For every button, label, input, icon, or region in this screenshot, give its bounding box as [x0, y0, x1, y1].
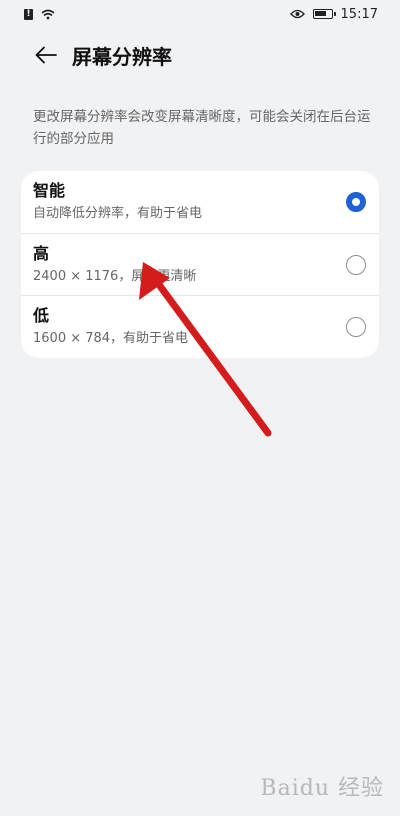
option-subtitle: 1600 × 784，有助于省电: [33, 330, 189, 346]
sim-alert-icon: !: [24, 8, 33, 20]
wifi-icon: [41, 9, 55, 19]
eye-icon: [289, 9, 305, 19]
back-arrow-icon: [35, 46, 57, 64]
option-subtitle: 自动降低分辨率，有助于省电: [33, 206, 203, 221]
status-time: 15:17: [340, 6, 378, 22]
radio-button-selected[interactable]: [346, 192, 366, 212]
resolution-options-card: 智能 自动降低分辨率，有助于省电 高 2400 × 1176，屏幕更清晰 低 1…: [21, 171, 379, 358]
status-bar: ! 15:17: [0, 0, 400, 28]
description-text: 更改屏幕分辨率会改变屏幕清晰度，可能会关闭在后台运行的部分应用: [33, 109, 371, 147]
option-title: 低: [33, 305, 50, 325]
page-title: 屏幕分辨率: [72, 44, 172, 69]
option-title: 高: [33, 243, 50, 263]
watermark-logo: Baidu 经验: [260, 776, 384, 801]
radio-button[interactable]: [346, 316, 366, 337]
radio-button[interactable]: [346, 254, 366, 275]
back-button[interactable]: [26, 35, 66, 75]
battery-icon: [312, 9, 336, 19]
option-text: 低 1600 × 784，有助于省电: [33, 305, 346, 349]
status-left: !: [24, 8, 55, 20]
option-low[interactable]: 低 1600 × 784，有助于省电: [21, 295, 379, 357]
option-smart[interactable]: 智能 自动降低分辨率，有助于省电: [21, 171, 379, 233]
option-text: 高 2400 × 1176，屏幕更清晰: [33, 243, 346, 287]
option-title: 智能: [33, 181, 66, 200]
option-high[interactable]: 高 2400 × 1176，屏幕更清晰: [21, 233, 379, 295]
option-subtitle: 2400 × 1176，屏幕更清晰: [33, 268, 197, 284]
header: 屏幕分辨率: [0, 30, 400, 80]
status-right: 15:17: [289, 6, 378, 22]
option-text: 智能 自动降低分辨率，有助于省电: [33, 180, 346, 224]
